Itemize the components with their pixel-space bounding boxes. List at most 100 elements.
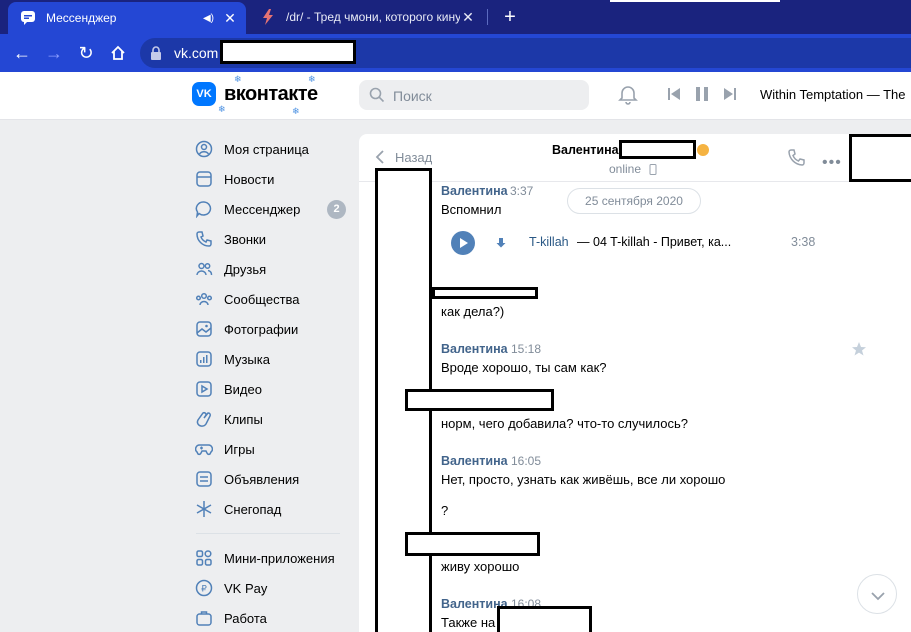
message-time[interactable]: 15:18 (511, 342, 541, 356)
mini-apps-icon (194, 548, 214, 568)
menu-item-friends[interactable]: Друзья (190, 254, 350, 284)
tab-messenger[interactable]: Мессенджер ◀) ✕ (8, 2, 246, 34)
redaction-box (497, 606, 592, 632)
menu-item-news[interactable]: Новости (190, 164, 350, 194)
next-track-icon[interactable] (722, 85, 738, 103)
sender-name[interactable]: Валентина (441, 454, 508, 468)
back-button[interactable]: Назад (373, 149, 432, 165)
menu-item-music[interactable]: Музыка (190, 344, 350, 374)
snowflake-decoration-icon: ❄ (292, 106, 300, 116)
menu-item-my-page[interactable]: Моя страница (190, 134, 350, 164)
message-time[interactable]: 3:37 (510, 184, 533, 198)
home-icon[interactable] (104, 39, 132, 67)
music-icon (194, 349, 214, 369)
message-text: норм, чего добавила? что-то случилось? (441, 416, 688, 431)
redaction-box (849, 134, 911, 182)
menu-item-ads[interactable]: Объявления (190, 464, 350, 494)
vk-logo-wordmark: вконтакте (224, 82, 318, 105)
menu-item-label: Сообщества (224, 291, 300, 307)
message-text: ? (441, 503, 449, 518)
menu-item-clips[interactable]: Клипы (190, 404, 350, 434)
download-icon[interactable] (495, 237, 507, 249)
scroll-down-button[interactable] (857, 574, 897, 614)
sender-name[interactable]: Валентина (441, 342, 508, 356)
redaction-box (432, 287, 538, 299)
vk-logo[interactable]: VK вконтакте (192, 82, 318, 106)
ads-icon (194, 469, 214, 489)
new-tab-button[interactable]: + (498, 5, 522, 29)
tab-title: Мессенджер (46, 11, 117, 25)
menu-item-messenger[interactable]: Мессенджер 2 (190, 194, 350, 224)
audio-artist[interactable]: T-killah (529, 235, 569, 249)
forward-arrow-icon[interactable]: → (40, 39, 68, 67)
menu-item-label: Мессенджер (224, 201, 301, 217)
message-text: Нет, просто, узнать как живёшь, все ли х… (441, 472, 726, 487)
photos-icon (194, 319, 214, 339)
date-separator: 25 сентября 2020 (567, 188, 701, 214)
previous-track-icon[interactable] (666, 85, 682, 103)
reload-icon[interactable]: ↻ (72, 39, 100, 67)
notifications-bell-icon[interactable] (617, 83, 639, 105)
more-options-icon[interactable]: ••• (822, 154, 842, 172)
redaction-box (405, 532, 540, 556)
lightning-favicon-icon (260, 9, 276, 25)
menu-item-label: Фотографии (224, 321, 299, 337)
redaction-box (610, 0, 780, 2)
menu-item-label: Друзья (224, 261, 267, 277)
menu-item-video[interactable]: Видео (190, 374, 350, 404)
message-text: как дела?) (441, 304, 505, 319)
menu-item-snowfall[interactable]: Снегопад (190, 494, 350, 524)
snowflake-icon (194, 499, 214, 519)
menu-item-label: VK Pay (224, 580, 268, 596)
now-playing-track[interactable]: Within Temptation — The (760, 87, 905, 102)
menu-item-vk-pay[interactable]: ₽ VK Pay (190, 573, 350, 603)
emoji-icon (697, 144, 709, 156)
user-icon (194, 139, 214, 159)
search-input[interactable]: Поиск (359, 80, 589, 110)
vk-messenger-favicon-icon (20, 10, 36, 26)
menu-item-label: Музыка (224, 351, 270, 367)
redaction-box (405, 389, 554, 411)
games-icon (194, 439, 214, 459)
tab-dr-thread[interactable]: /dr/ - Тред чмони, которого кинула ✕ (252, 0, 484, 34)
play-icon[interactable] (451, 231, 475, 255)
lock-icon (151, 46, 161, 60)
message-text: Вроде хорошо, ты сам как? (441, 360, 607, 375)
menu-item-communities[interactable]: Сообщества (190, 284, 350, 314)
menu-item-games[interactable]: Игры (190, 434, 350, 464)
star-icon[interactable] (851, 341, 867, 357)
chat-panel: Назад Валентина online ••• 25 сентября 2… (359, 134, 911, 632)
message-text: Также на (441, 615, 496, 630)
browser-tab-bar: Мессенджер ◀) ✕ /dr/ - Тред чмони, котор… (0, 0, 911, 34)
audio-title[interactable]: 04 T-killah - Привет, ка... (593, 235, 731, 249)
sender-name[interactable]: Валентина (441, 184, 508, 198)
back-arrow-icon[interactable]: ← (8, 39, 36, 67)
snowflake-decoration-icon: ❄ (218, 104, 226, 114)
svg-text:₽: ₽ (201, 585, 207, 595)
peer-name[interactable]: Валентина (552, 143, 619, 157)
search-placeholder: Поиск (393, 88, 432, 104)
vkpay-icon: ₽ (194, 578, 214, 598)
mobile-icon (649, 164, 657, 175)
menu-item-photos[interactable]: Фотографии (190, 314, 350, 344)
call-phone-icon[interactable] (786, 148, 806, 168)
pause-icon[interactable] (694, 85, 710, 103)
audio-attachment: T-killah — 04 T-killah - Привет, ка... 3… (451, 231, 831, 255)
close-tab-icon[interactable]: ✕ (222, 10, 238, 27)
menu-divider (196, 533, 340, 534)
menu-item-label: Звонки (224, 231, 266, 247)
audio-dash: — (577, 235, 590, 249)
tab-separator (487, 9, 488, 25)
speaker-icon[interactable]: ◀) (203, 13, 214, 24)
menu-item-mini-apps[interactable]: Мини-приложения (190, 543, 350, 573)
chevron-down-icon (871, 592, 885, 601)
menu-item-label: Моя страница (224, 141, 309, 157)
close-tab-icon[interactable]: ✕ (460, 9, 476, 26)
redaction-box (619, 140, 696, 159)
menu-item-work[interactable]: Работа (190, 603, 350, 632)
menu-item-calls[interactable]: Звонки (190, 224, 350, 254)
unread-count-badge: 2 (327, 200, 346, 219)
menu-item-label: Новости (224, 171, 275, 187)
back-label: Назад (395, 149, 433, 165)
message-time[interactable]: 16:05 (511, 454, 541, 468)
